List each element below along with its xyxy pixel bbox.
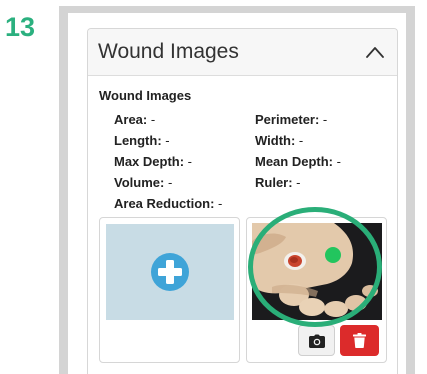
metric-label: Perimeter: — [255, 112, 320, 127]
metric-area: Area: - — [114, 112, 155, 127]
metric-value: - — [147, 112, 156, 127]
metric-label: Mean Depth: — [255, 154, 333, 169]
metric-label: Area Reduction: — [114, 196, 215, 211]
metric-value: - — [164, 175, 173, 190]
section-label: Wound Images — [99, 88, 192, 103]
add-image-area[interactable] — [106, 224, 234, 320]
metric-ruler: Ruler: - — [255, 175, 301, 190]
wound-photo-image — [252, 223, 382, 320]
metric-value: - — [319, 112, 328, 127]
metric-value: - — [161, 133, 170, 148]
metric-value: - — [333, 154, 341, 169]
wound-photo[interactable] — [252, 223, 382, 320]
metric-max-depth: Max Depth: - — [114, 154, 192, 169]
wound-photo-tile[interactable] — [246, 217, 387, 363]
metric-label: Max Depth: — [114, 154, 185, 169]
metric-label: Length: — [114, 133, 162, 148]
metric-label: Area: — [114, 112, 148, 127]
collapse-button[interactable] — [361, 39, 389, 65]
plus-circle-icon — [151, 253, 189, 291]
metric-value: - — [292, 175, 301, 190]
metric-volume: Volume: - — [114, 175, 172, 190]
panel-header[interactable]: Wound Images — [88, 29, 397, 76]
metric-mean-depth: Mean Depth: - — [255, 154, 341, 169]
panel-title: Wound Images — [98, 40, 239, 63]
metric-length: Length: - — [114, 133, 170, 148]
chevron-up-icon — [366, 47, 384, 58]
metric-perimeter: Perimeter: - — [255, 112, 327, 127]
step-number-badge: 13 — [5, 12, 36, 42]
metric-width: Width: - — [255, 133, 303, 148]
delete-button[interactable] — [340, 325, 379, 356]
metric-label: Width: — [255, 133, 296, 148]
wound-images-panel: Wound Images Wound Images Area: - Length… — [87, 28, 398, 374]
metric-value: - — [295, 133, 304, 148]
metric-area-reduction: Area Reduction: - — [114, 196, 222, 211]
camera-button[interactable] — [298, 325, 335, 356]
screenshot-page: 13 Wound Images Wound Images Area: - Len… — [0, 0, 427, 374]
camera-icon — [308, 334, 325, 348]
trash-icon — [353, 333, 366, 348]
metric-label: Volume: — [114, 175, 165, 190]
metric-label: Ruler: — [255, 175, 293, 190]
metric-value: - — [184, 154, 193, 169]
add-image-tile[interactable] — [99, 217, 240, 363]
metric-value: - — [214, 196, 223, 211]
